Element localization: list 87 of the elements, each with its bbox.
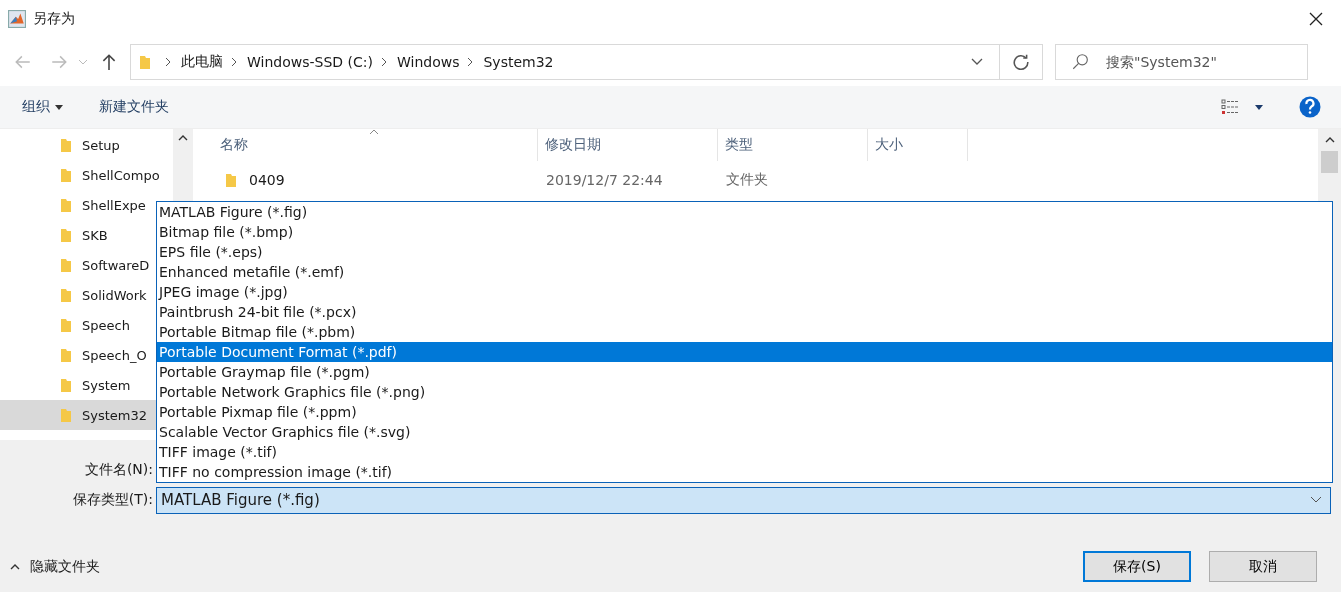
- dropdown-option[interactable]: TIFF image (*.tif): [157, 442, 1332, 462]
- breadcrumb-item[interactable]: 此电脑: [181, 53, 223, 71]
- caret-up-icon[interactable]: [1324, 137, 1335, 143]
- folder-icon: [60, 287, 72, 303]
- chevron-down-icon: [1310, 496, 1322, 504]
- address-bar[interactable]: 此电脑 Windows-SSD (C:) Windows System32: [130, 44, 1043, 80]
- folder-tree-item[interactable]: SoftwareD: [0, 250, 156, 280]
- column-header[interactable]: 类型: [718, 129, 868, 161]
- folder-name: Setup: [82, 137, 120, 153]
- folder-name: SKB: [82, 227, 108, 243]
- folder-icon: [60, 317, 72, 333]
- table-cell-text: 文件夹: [725, 171, 769, 189]
- folder-tree-item[interactable]: ShellExpe: [0, 190, 156, 220]
- folder-tree-item[interactable]: System: [0, 370, 156, 400]
- folder-tree-item[interactable]: SolidWork: [0, 280, 156, 310]
- folder-icon: [60, 407, 72, 423]
- chevron-right-icon: [380, 57, 387, 67]
- folder-icon: [60, 167, 72, 183]
- folder-name: Speech: [82, 317, 130, 333]
- close-icon[interactable]: [1309, 12, 1323, 26]
- dropdown-option[interactable]: Scalable Vector Graphics file (*.svg): [157, 422, 1332, 442]
- save-button[interactable]: 保存(S): [1083, 551, 1191, 582]
- dropdown-option[interactable]: TIFF no compression image (*.tif): [157, 462, 1332, 482]
- scrollbar-thumb[interactable]: [1321, 151, 1338, 173]
- folder-tree-item[interactable]: SKB: [0, 220, 156, 250]
- chevron-down-icon[interactable]: [971, 58, 983, 66]
- folder-tree-item[interactable]: Speech_O: [0, 340, 156, 370]
- folder-icon: [225, 172, 237, 188]
- breadcrumb-item[interactable]: Windows: [396, 54, 460, 70]
- folder-icon: [60, 347, 72, 363]
- folder-icon: [60, 377, 72, 393]
- folder-tree-item[interactable]: ShellCompo: [0, 160, 160, 190]
- table-cell-text: 2019/12/7 22:44: [545, 172, 664, 188]
- dropdown-option[interactable]: Paintbrush 24-bit file (*.pcx): [157, 302, 1332, 322]
- folder-icon: [139, 54, 151, 70]
- column-header[interactable]: 修改日期: [538, 129, 718, 161]
- folder-name: SolidWork: [82, 287, 147, 303]
- folder-tree-item[interactable]: System32: [0, 400, 156, 430]
- breadcrumb-item[interactable]: System32: [483, 54, 554, 70]
- dropdown-option[interactable]: JPEG image (*.jpg): [157, 282, 1332, 302]
- window-title: 另存为: [33, 10, 75, 28]
- search-icon: [1071, 53, 1089, 71]
- dropdown-option[interactable]: EPS file (*.eps): [157, 242, 1332, 262]
- folder-icon: [60, 197, 72, 213]
- field-label: 文件名(N):: [83, 461, 154, 479]
- breadcrumb-item[interactable]: Windows-SSD (C:): [247, 54, 373, 70]
- new-folder-button[interactable]: 新建文件夹: [99, 98, 169, 116]
- up-arrow-icon[interactable]: [100, 53, 118, 71]
- caret-up-icon: [10, 563, 20, 570]
- app-icon: [8, 10, 26, 28]
- dropdown-option[interactable]: Bitmap file (*.bmp): [157, 222, 1332, 242]
- folder-name: System32: [82, 407, 148, 423]
- dropdown-option[interactable]: Portable Document Format (*.pdf): [157, 342, 1332, 362]
- chevron-right-icon: [231, 57, 237, 67]
- help-icon[interactable]: [1299, 96, 1321, 118]
- folder-tree-item[interactable]: Setup: [0, 130, 156, 160]
- folder-name: SoftwareD: [82, 257, 150, 273]
- dropdown-option[interactable]: Portable Graymap file (*.pgm): [157, 362, 1332, 382]
- dropdown-option[interactable]: Portable Pixmap file (*.ppm): [157, 402, 1332, 422]
- file-name[interactable]: 0409: [249, 172, 285, 188]
- column-header[interactable]: 名称: [193, 129, 538, 161]
- hide-folders-toggle[interactable]: 隐藏文件夹: [10, 557, 100, 576]
- cancel-button[interactable]: 取消: [1209, 551, 1317, 582]
- view-options-icon[interactable]: [1221, 99, 1239, 115]
- chevron-right-icon: [165, 57, 171, 67]
- caret-down-icon: [55, 104, 63, 110]
- folder-tree-item[interactable]: Speech: [0, 310, 156, 340]
- folder-name: ShellExpe: [82, 197, 146, 213]
- chevron-right-icon: [467, 57, 474, 67]
- organize-menu[interactable]: 组织: [22, 98, 50, 116]
- folder-icon: [60, 257, 72, 273]
- dropdown-option[interactable]: Enhanced metafile (*.emf): [157, 262, 1332, 282]
- refresh-icon: [1012, 53, 1030, 71]
- dropdown-option[interactable]: MATLAB Figure (*.fig): [157, 202, 1332, 222]
- folder-name: Speech_O: [82, 347, 147, 363]
- folder-name: System: [82, 377, 131, 393]
- column-header[interactable]: 大小: [868, 129, 968, 161]
- field-label: 保存类型(T):: [71, 491, 154, 509]
- dropdown-option[interactable]: Portable Network Graphics file (*.png): [157, 382, 1332, 402]
- folder-icon: [60, 137, 72, 153]
- file-type-dropdown[interactable]: MATLAB Figure (*.fig): [156, 486, 1331, 514]
- caret-up-icon[interactable]: [178, 135, 188, 141]
- search-field[interactable]: 搜索"System32": [1055, 44, 1308, 80]
- folder-name: ShellCompo: [82, 167, 160, 183]
- dropdown-option[interactable]: Portable Bitmap file (*.pbm): [157, 322, 1332, 342]
- caret-down-icon[interactable]: [1255, 104, 1263, 110]
- folder-icon: [60, 227, 72, 243]
